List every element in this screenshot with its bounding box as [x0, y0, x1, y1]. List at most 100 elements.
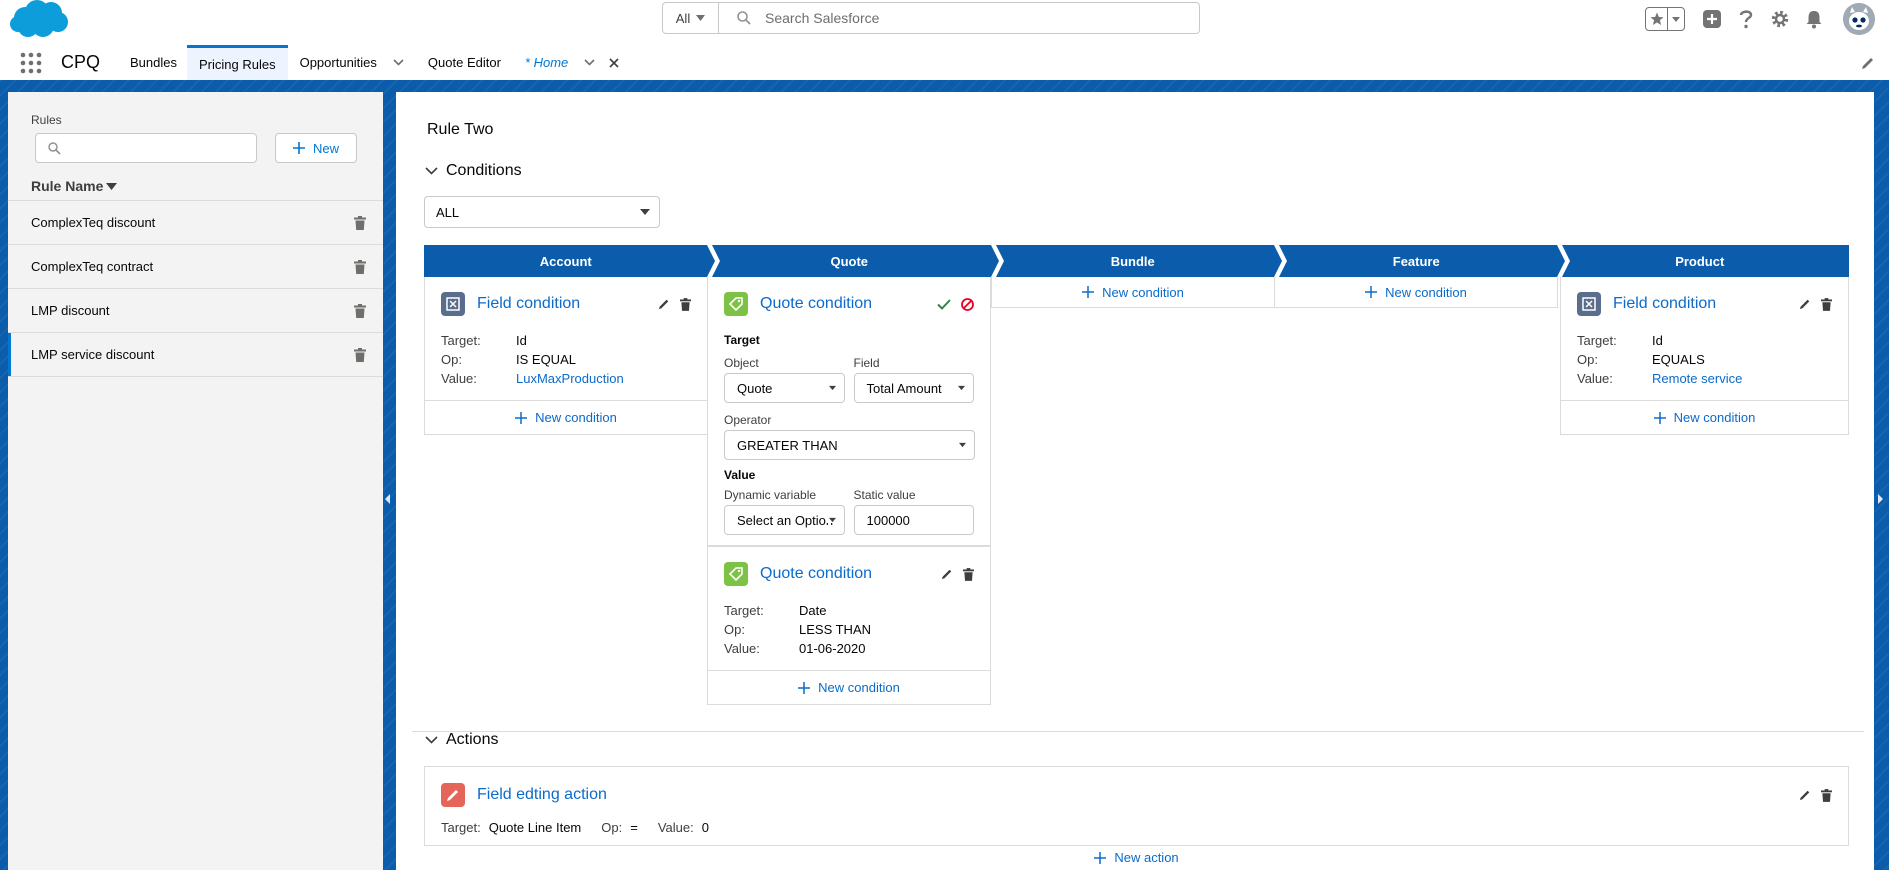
global-search: All Search Salesforce [662, 2, 1200, 34]
target-key: Target: [441, 333, 481, 348]
new-action-button[interactable]: New action [396, 850, 1877, 865]
app-launcher-icon[interactable] [11, 45, 51, 80]
card-title[interactable]: Quote condition [760, 565, 872, 583]
notifications-bell-icon[interactable] [1803, 8, 1825, 30]
delete-trash-icon[interactable] [354, 347, 366, 362]
op-value: IS EQUAL [516, 352, 576, 367]
new-condition-button[interactable]: New condition [992, 277, 1274, 307]
quote-condition-edit-card: Quote condition Target Object Quote Fiel… [707, 277, 991, 546]
favorite-star-icon[interactable] [1646, 8, 1668, 30]
nav-item-bundles[interactable]: Bundles [118, 45, 189, 80]
rule-name: ComplexTeq discount [31, 215, 156, 230]
path-step-quote[interactable]: Quote [708, 245, 992, 277]
new-rule-button[interactable]: New [275, 133, 357, 163]
delete-trash-icon[interactable] [354, 259, 366, 274]
card-title[interactable]: Field condition [477, 295, 580, 313]
salesforce-logo[interactable] [8, 0, 70, 40]
list-item-selected[interactable]: LMP service discount [8, 333, 383, 377]
action-details: Target: Quote Line Item Op: = Value: 0 [441, 820, 721, 835]
collapse-right-panel-icon[interactable] [1877, 494, 1883, 504]
nav-item-label: Pricing Rules [199, 56, 276, 72]
delete-trash-icon[interactable] [680, 297, 691, 311]
actions-section-toggle[interactable]: Actions [425, 731, 498, 749]
edit-pencil-icon[interactable] [658, 298, 670, 310]
chevron-down-icon[interactable] [584, 59, 595, 66]
setup-gear-icon[interactable] [1769, 8, 1791, 30]
user-avatar[interactable] [1843, 3, 1875, 35]
op-key: Op: [1577, 352, 1598, 367]
path-step-label: Account [539, 253, 592, 269]
favorites-dropdown-icon[interactable] [1668, 8, 1684, 30]
list-item[interactable]: ComplexTeq contract [8, 245, 383, 289]
chevron-down-icon [956, 442, 966, 448]
object-select[interactable]: Quote [724, 373, 845, 403]
new-condition-button[interactable]: New condition [708, 670, 990, 704]
card-title[interactable]: Field condition [1613, 295, 1716, 313]
static-value-input[interactable]: 100000 [853, 505, 974, 535]
global-create-icon[interactable] [1701, 8, 1723, 30]
field-select[interactable]: Total Amount [853, 373, 974, 403]
rule-search-input[interactable] [35, 133, 257, 163]
new-condition-label: New condition [818, 680, 900, 695]
new-condition-button[interactable]: New condition [1561, 400, 1848, 434]
edit-pencil-icon[interactable] [941, 568, 953, 580]
search-input[interactable]: Search Salesforce [719, 3, 1199, 33]
cancel-ban-icon[interactable] [961, 297, 974, 311]
dynamic-variable-select[interactable]: Select an Option [724, 505, 845, 535]
search-scope-select[interactable]: All [663, 3, 719, 33]
nav-item-home-temp[interactable]: * Home [513, 45, 631, 80]
delete-trash-icon[interactable] [963, 567, 974, 581]
card-title[interactable]: Quote condition [760, 295, 872, 313]
rule-name-column-header[interactable]: Rule Name [31, 178, 118, 194]
delete-trash-icon[interactable] [354, 215, 366, 230]
path-step-product[interactable]: Product [1558, 245, 1842, 277]
card-title[interactable]: Field edting action [477, 786, 607, 804]
path-step-account[interactable]: Account [424, 245, 708, 277]
collapse-left-panel-icon[interactable] [385, 494, 391, 504]
operator-select-value: GREATER THAN [737, 437, 838, 453]
rule-name: LMP service discount [31, 347, 155, 362]
delete-trash-icon[interactable] [1821, 788, 1832, 802]
list-item[interactable]: ComplexTeq discount [8, 201, 383, 245]
chevron-down-icon[interactable] [393, 59, 404, 66]
feature-empty-card: New condition [1274, 277, 1558, 308]
search-scope-label: All [675, 10, 691, 26]
static-value-text: 100000 [866, 512, 910, 528]
op-value: EQUALS [1652, 352, 1705, 367]
close-tab-icon[interactable] [609, 57, 619, 68]
new-condition-label: New condition [1102, 284, 1184, 300]
add-icon [515, 411, 528, 424]
edit-nav-pencil-icon[interactable] [1861, 45, 1875, 80]
edit-pencil-icon[interactable] [1799, 298, 1811, 310]
nav-item-pricing-rules[interactable]: Pricing Rules [187, 45, 288, 80]
nav-item-opportunities[interactable]: Opportunities [288, 45, 416, 80]
header-utilities [1645, 3, 1889, 35]
value-link[interactable]: Remote service [1652, 369, 1742, 388]
conditions-section-toggle[interactable]: Conditions [425, 162, 522, 180]
search-icon [737, 11, 751, 25]
path-step-feature[interactable]: Feature [1275, 245, 1559, 277]
operator-select[interactable]: GREATER THAN [724, 430, 975, 460]
chevron-down-icon [425, 167, 438, 175]
delete-trash-icon[interactable] [1821, 297, 1832, 311]
delete-trash-icon[interactable] [354, 303, 366, 318]
nav-item-quote-editor[interactable]: Quote Editor [416, 45, 513, 80]
value-link[interactable]: LuxMaxProduction [516, 369, 624, 388]
save-check-icon[interactable] [937, 298, 951, 310]
search-icon [48, 141, 61, 155]
object-label: Object [724, 356, 759, 370]
quote-condition-card: Quote condition Target: Date Op: LESS THAN… [707, 546, 991, 705]
new-rule-label: New [312, 140, 339, 156]
path-step-bundle[interactable]: Bundle [991, 245, 1275, 277]
help-icon[interactable] [1735, 8, 1757, 30]
list-item[interactable]: LMP discount [8, 289, 383, 333]
edit-pencil-icon[interactable] [1799, 789, 1811, 801]
op-key: Op: [441, 352, 462, 367]
nav-item-label: * Home [524, 55, 569, 70]
static-value-label: Static value [853, 488, 916, 502]
new-condition-button[interactable]: New condition [1275, 277, 1557, 307]
target-key: Target: [441, 820, 481, 835]
condition-logic-select[interactable]: ALL [424, 196, 660, 228]
new-condition-button[interactable]: New condition [425, 400, 707, 434]
app-name: CPQ [61, 52, 101, 72]
